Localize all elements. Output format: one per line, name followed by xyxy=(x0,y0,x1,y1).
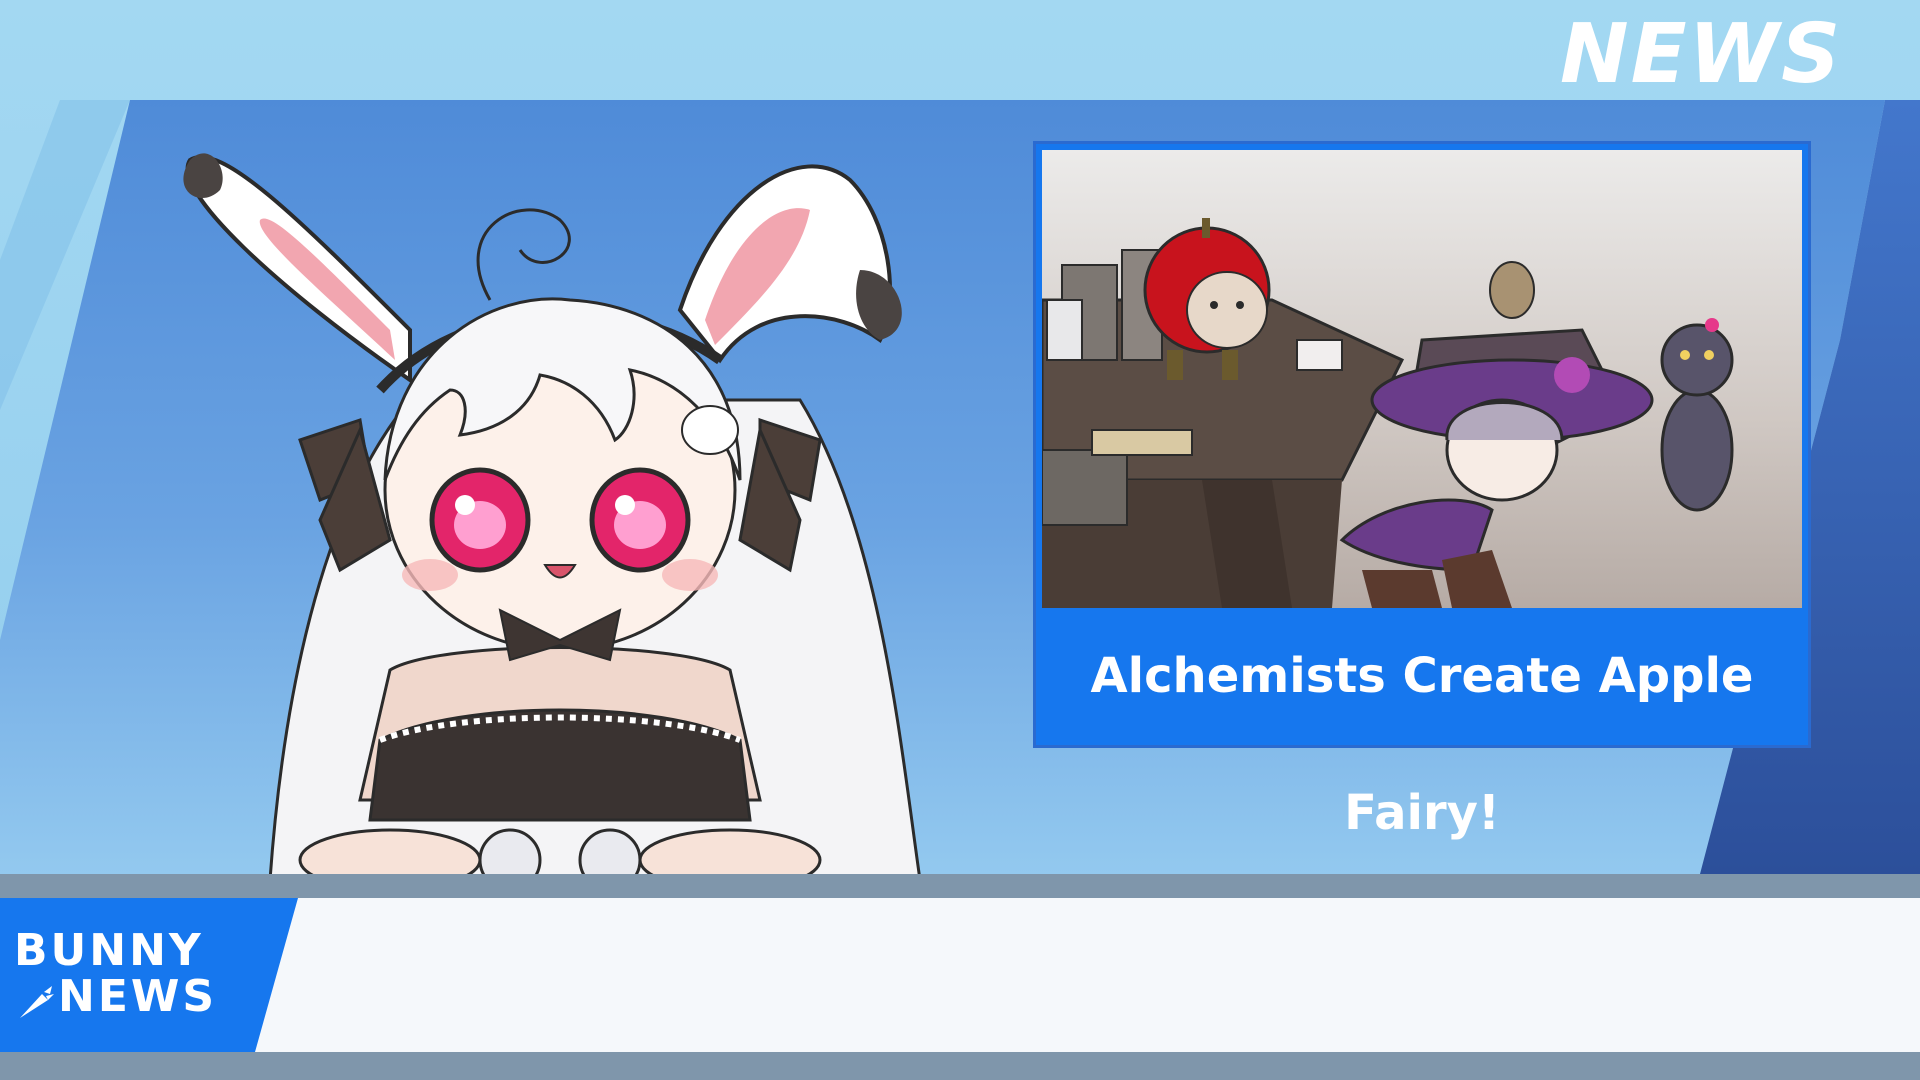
news-broadcast-scene: NEWS Alchemists Create Apple Fairy! BUNN… xyxy=(0,0,1920,1080)
ticker-text xyxy=(320,938,1880,1008)
headline-inset: Alchemists Create Apple Fairy! xyxy=(1033,141,1811,841)
news-logo: NEWS xyxy=(1560,7,1843,102)
headline-text: Alchemists Create Apple Fairy! xyxy=(1090,648,1754,841)
bunny-anchor-character xyxy=(183,153,922,880)
inset-illustration xyxy=(1042,150,1802,608)
bottom-strip xyxy=(0,1052,1920,1080)
brand-line-news: NEWS xyxy=(58,971,218,1022)
bunny-news-brand-box: BUNNY NEWS xyxy=(0,898,300,1052)
alchemy-scene-illustration xyxy=(1042,218,1734,608)
anchor-desk xyxy=(0,874,1920,898)
brand-line-bunny: BUNNY xyxy=(14,925,204,976)
brand-logo-text: BUNNY NEWS xyxy=(14,928,244,1020)
